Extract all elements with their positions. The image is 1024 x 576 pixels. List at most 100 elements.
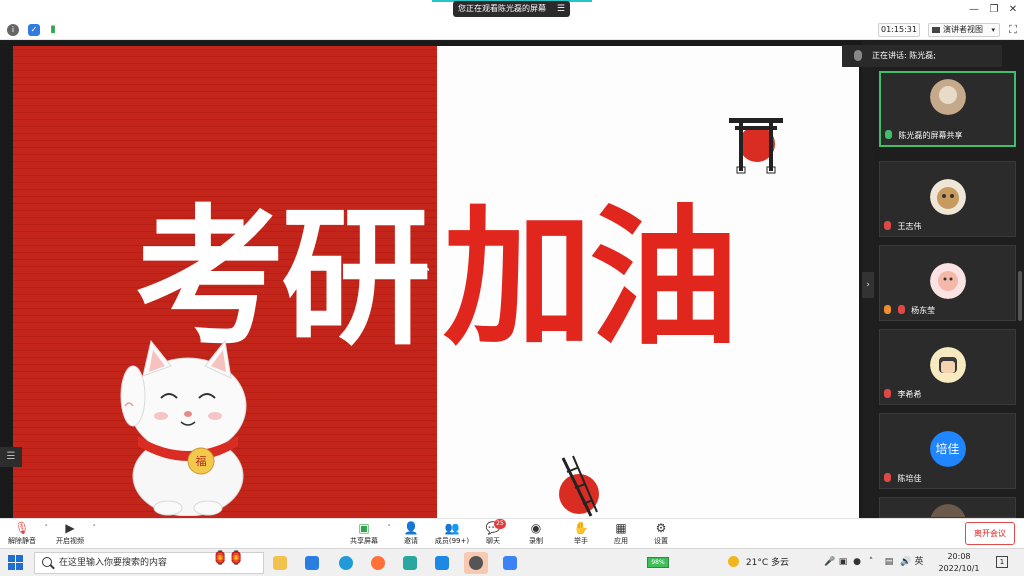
taskbar-edge[interactable] [334,552,358,574]
weather-widget[interactable]: 21°C 多云 [728,555,789,571]
minimize-button[interactable]: — [964,2,984,18]
avatar [929,263,966,299]
layout-icon [932,27,940,33]
share-screen-label: 共享屏幕 [350,537,378,545]
chevron-up-icon[interactable]: ˄ [388,524,392,532]
settings-button[interactable]: ⚙ 设置 [650,521,672,547]
hand-icon: ✋ [573,521,589,535]
meeting-app-icon [469,556,483,570]
screen-share-icon [885,130,892,139]
app-tray-icon[interactable]: ▣ [838,557,848,567]
chevron-down-icon: ▾ [991,26,995,34]
apps-label: 应用 [614,537,628,545]
cat-badge-text: 福 [196,454,207,468]
participant-tile[interactable]: 王志伟 [879,161,1016,237]
unmute-button[interactable]: 🎙 解除静音 ˄ [6,521,48,547]
signal-icon[interactable]: ▮ [47,24,59,36]
view-mode-button[interactable]: 演讲者视图 ▾ [928,23,1000,37]
start-video-button[interactable]: ▶ 开启视频 ˄ [54,521,96,547]
taskbar-app-doc[interactable] [498,552,522,574]
avatar-initials: 培佳 [929,431,966,467]
mic-muted-icon [897,305,905,314]
chevron-up-icon[interactable]: ˄ [45,524,49,532]
speaking-text: 正在讲话: 陈光磊; [872,51,936,60]
bamboo-illustration [559,455,599,517]
taskbar-app-green[interactable] [398,552,422,574]
participant-tile[interactable]: 杨东莹 [879,245,1016,321]
restore-button[interactable]: ❐ [984,2,1004,18]
chat-badge: 25 [494,519,506,529]
raise-hand-label: 举手 [574,537,588,545]
chat-label: 聊天 [486,537,500,545]
side-menu-handle[interactable]: ☰ [0,447,22,467]
meeting-toolbar: 🎙 解除静音 ˄ ▶ 开启视频 ˄ ▣ 共享屏幕 ˄ 👤 邀请 👥 成员(99+… [0,518,1024,548]
avatar: 培佳 [929,431,966,467]
invite-icon: 👤 [403,521,419,535]
share-screen-icon: ▣ [358,521,370,535]
participant-tile[interactable]: 陈光磊的屏幕共享 [879,71,1016,147]
folder-icon [273,556,287,570]
unmute-label: 解除静音 [8,537,36,545]
participant-tile[interactable]: 李希希 [879,329,1016,405]
app-icon [305,556,319,570]
mic-muted-icon [884,473,891,482]
app-icon [503,556,517,570]
ime-indicator[interactable]: 英 [914,557,924,567]
clock-time: 20:08 [947,552,971,561]
invite-button[interactable]: 👤 邀请 [400,521,422,547]
chevron-up-icon[interactable]: ˄ [93,524,97,532]
mic-icon[interactable]: 🎤 [824,557,835,567]
list-icon: ☰ [556,4,565,14]
window-title: 您正在观看陈光磊的屏幕 [458,4,546,13]
collapse-panel-arrow[interactable]: › [862,272,874,298]
window-title-pill[interactable]: 您正在观看陈光磊的屏幕 ☰ [453,1,570,17]
panel-scrollbar[interactable] [1018,271,1022,321]
raise-hand-button[interactable]: ✋ 举手 [570,521,592,547]
members-icon: 👥 [444,521,460,535]
lucky-cat-illustration: 福 [120,339,247,516]
participant-tile[interactable] [879,497,1016,518]
volume-icon[interactable]: 🔊 [900,557,911,567]
taskbar-app-blue[interactable] [300,552,324,574]
shield-icon[interactable]: ✓ [28,24,40,36]
taskbar-file-explorer[interactable] [268,552,292,574]
search-placeholder: 在这里输入你要搜索的内容 [59,558,168,568]
notification-center[interactable]: 1 [996,556,1008,568]
weather-text: 21°C 多云 [745,558,789,568]
participant-name: 王志伟 [897,222,922,231]
title-bar: 您正在观看陈光磊的屏幕 ☰ — ❐ ✕ [0,0,1024,20]
weather-icon [728,556,739,567]
close-button[interactable]: ✕ [1003,2,1023,18]
shared-screen: 考研 加油 福 ∽ ☰ [0,41,862,518]
view-mode-label: 演讲者视图 [943,25,983,34]
tray-up-icon[interactable]: ˄ [866,557,876,567]
participant-tile[interactable]: 培佳 陈培佳 [879,413,1016,489]
taskbar-app-chart[interactable] [430,552,454,574]
members-button[interactable]: 👥 成员(99+) [434,521,470,547]
start-video-label: 开启视频 [56,537,84,545]
taskbar-meeting-app[interactable] [464,552,488,574]
video-off-icon: ▶ [65,521,75,535]
windows-start-button[interactable] [8,555,24,571]
microphone-icon [854,50,862,61]
qq-icon[interactable]: ● [852,557,862,567]
members-label: 成员(99+) [434,537,470,545]
apps-button[interactable]: ▦ 应用 [610,521,632,547]
battery-indicator[interactable]: 98% [647,557,669,568]
invite-label: 邀请 [404,537,418,545]
system-clock[interactable]: 20:08 2022/10/1 [928,551,990,575]
taskbar-firefox[interactable] [366,552,390,574]
record-button[interactable]: ◉ 录制 [525,521,547,547]
gear-icon: ⚙ [655,521,667,535]
participant-name: 陈培佳 [897,474,922,483]
mic-muted-icon: 🎙 [14,521,30,535]
leave-meeting-button[interactable]: 离开会议 [965,522,1015,545]
fullscreen-icon[interactable]: ⛶ [1006,23,1020,37]
edge-icon [339,556,353,570]
chat-button[interactable]: 💬 25 聊天 [482,519,506,547]
share-screen-button[interactable]: ▣ 共享屏幕 ˄ [347,521,391,547]
participant-name: 杨东莹 [911,306,936,315]
lantern-decoration: 🏮🏮 [212,551,245,566]
network-icon[interactable]: ▤ [884,557,894,567]
info-icon[interactable]: i [7,24,19,36]
